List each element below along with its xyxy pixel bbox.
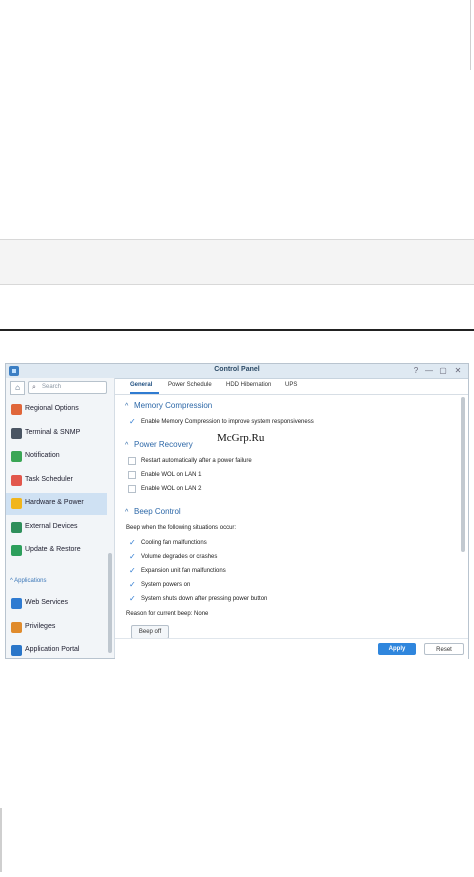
chat-bubble-icon [11, 451, 22, 462]
sidebar-item-update-restore[interactable]: Update & Restore [6, 540, 107, 562]
tab-hdd-hibernation[interactable]: HDD Hibernation [226, 382, 271, 388]
system-powers-on-checkbox[interactable]: ✓ [128, 581, 136, 589]
minimize-icon[interactable]: — [424, 366, 434, 376]
volume-degrades-label: Volume degrades or crashes [141, 554, 218, 560]
title-bar[interactable]: Control Panel ? — ▢ ✕ [6, 364, 468, 379]
sidebar-item-application-portal[interactable]: Application Portal [6, 640, 107, 658]
beep-reason-text: Reason for current beep: None [126, 611, 209, 617]
cooling-fan-checkbox[interactable]: ✓ [128, 539, 136, 547]
power-recovery-header[interactable]: ^ Power Recovery [125, 440, 193, 449]
search-icon: ⌕ [32, 384, 36, 391]
calendar-icon [11, 475, 22, 486]
sidebar-item-label: Application Portal [25, 646, 80, 653]
beep-intro-text: Beep when the following situations occur… [126, 525, 237, 531]
expansion-fan-checkbox[interactable]: ✓ [128, 567, 136, 575]
sidebar-item-label: Notification [25, 452, 60, 459]
sidebar-item-notification[interactable]: Notification [6, 446, 107, 468]
tab-bar: General Power Schedule HDD Hibernation U… [115, 378, 468, 395]
volume-degrades-checkbox[interactable]: ✓ [128, 553, 136, 561]
beep-off-button[interactable]: Beep off [131, 625, 169, 639]
sidebar-item-regional-options[interactable]: Regional Options [6, 399, 107, 421]
wol-lan1-checkbox[interactable] [128, 471, 136, 479]
active-tab-indicator [130, 392, 159, 394]
globe-icon [11, 404, 22, 415]
close-icon[interactable]: ✕ [453, 366, 463, 376]
sidebar-item-label: Hardware & Power [25, 499, 84, 506]
sidebar-item-external-devices[interactable]: External Devices [6, 517, 107, 539]
privileges-icon [11, 622, 22, 633]
restart-after-power-failure-label: Restart automatically after a power fail… [141, 458, 252, 464]
chevron-up-icon: ^ [125, 442, 129, 449]
sidebar-item-web-services[interactable]: Web Services [6, 593, 107, 615]
portal-icon [11, 645, 22, 656]
web-services-icon [11, 598, 22, 609]
horizontal-rule [0, 329, 474, 331]
tab-general[interactable]: General [130, 382, 152, 388]
maximize-icon[interactable]: ▢ [438, 366, 448, 376]
system-powers-on-label: System powers on [141, 582, 191, 588]
memory-compression-label: Enable Memory Compression to improve sys… [141, 419, 314, 425]
sidebar-item-terminal-snmp[interactable]: Terminal & SNMP [6, 423, 107, 445]
control-panel-window: Control Panel ? — ▢ ✕ ⌂ ⌕ Search Regiona… [5, 363, 469, 660]
apply-button[interactable]: Apply [378, 643, 416, 655]
sidebar-item-label: Web Services [25, 599, 69, 606]
memory-compression-header[interactable]: ^ Memory Compression [125, 401, 212, 410]
sidebar-scrollbar[interactable] [108, 553, 112, 653]
reset-button[interactable]: Reset [424, 643, 464, 655]
lightbulb-icon [11, 498, 22, 509]
cooling-fan-label: Cooling fan malfunctions [141, 540, 207, 546]
sidebar: ⌂ ⌕ Search Regional Options Terminal & SN… [6, 378, 115, 658]
restart-after-power-failure-checkbox[interactable] [128, 457, 136, 465]
tab-ups[interactable]: UPS [285, 382, 297, 388]
wol-lan1-label: Enable WOL on LAN 1 [141, 472, 202, 478]
system-shutdown-checkbox[interactable]: ✓ [128, 595, 136, 603]
help-icon[interactable]: ? [411, 366, 421, 376]
window-title: Control Panel [214, 366, 260, 373]
sidebar-item-task-scheduler[interactable]: Task Scheduler [6, 470, 107, 492]
memory-compression-checkbox[interactable]: ✓ [128, 418, 136, 426]
chevron-up-icon: ^ [125, 509, 129, 516]
system-shutdown-label: System shuts down after pressing power b… [141, 596, 268, 602]
home-icon[interactable]: ⌂ [10, 381, 25, 395]
search-placeholder: Search [42, 384, 62, 390]
expansion-fan-label: Expansion unit fan malfunctions [141, 568, 226, 574]
chevron-up-icon: ^ [125, 403, 129, 410]
page-scroll-edge [470, 0, 474, 70]
terminal-icon [11, 428, 22, 439]
content-scrollbar[interactable] [461, 397, 465, 552]
sidebar-item-privileges[interactable]: Privileges [6, 617, 107, 639]
beep-control-header[interactable]: ^ Beep Control [125, 507, 181, 516]
blank-gray-panel [0, 239, 474, 285]
sidebar-item-label: External Devices [25, 523, 78, 530]
watermark: McGrp.Ru [217, 432, 265, 444]
tab-power-schedule[interactable]: Power Schedule [168, 382, 212, 388]
search-input[interactable]: ⌕ Search [28, 381, 107, 394]
sidebar-item-label: Privileges [25, 623, 56, 630]
sidebar-item-label: Terminal & SNMP [25, 429, 81, 436]
page-edge-mark [0, 808, 2, 872]
refresh-icon [11, 545, 22, 556]
sidebar-item-label: Update & Restore [25, 546, 81, 553]
sidebar-item-label: Task Scheduler [25, 476, 73, 483]
wol-lan2-checkbox[interactable] [128, 485, 136, 493]
usb-device-icon [11, 522, 22, 533]
wol-lan2-label: Enable WOL on LAN 2 [141, 486, 202, 492]
applications-header[interactable]: ^ Applications [10, 578, 47, 584]
sidebar-item-label: Regional Options [25, 405, 79, 412]
sidebar-item-hardware-power[interactable]: Hardware & Power [6, 493, 107, 515]
